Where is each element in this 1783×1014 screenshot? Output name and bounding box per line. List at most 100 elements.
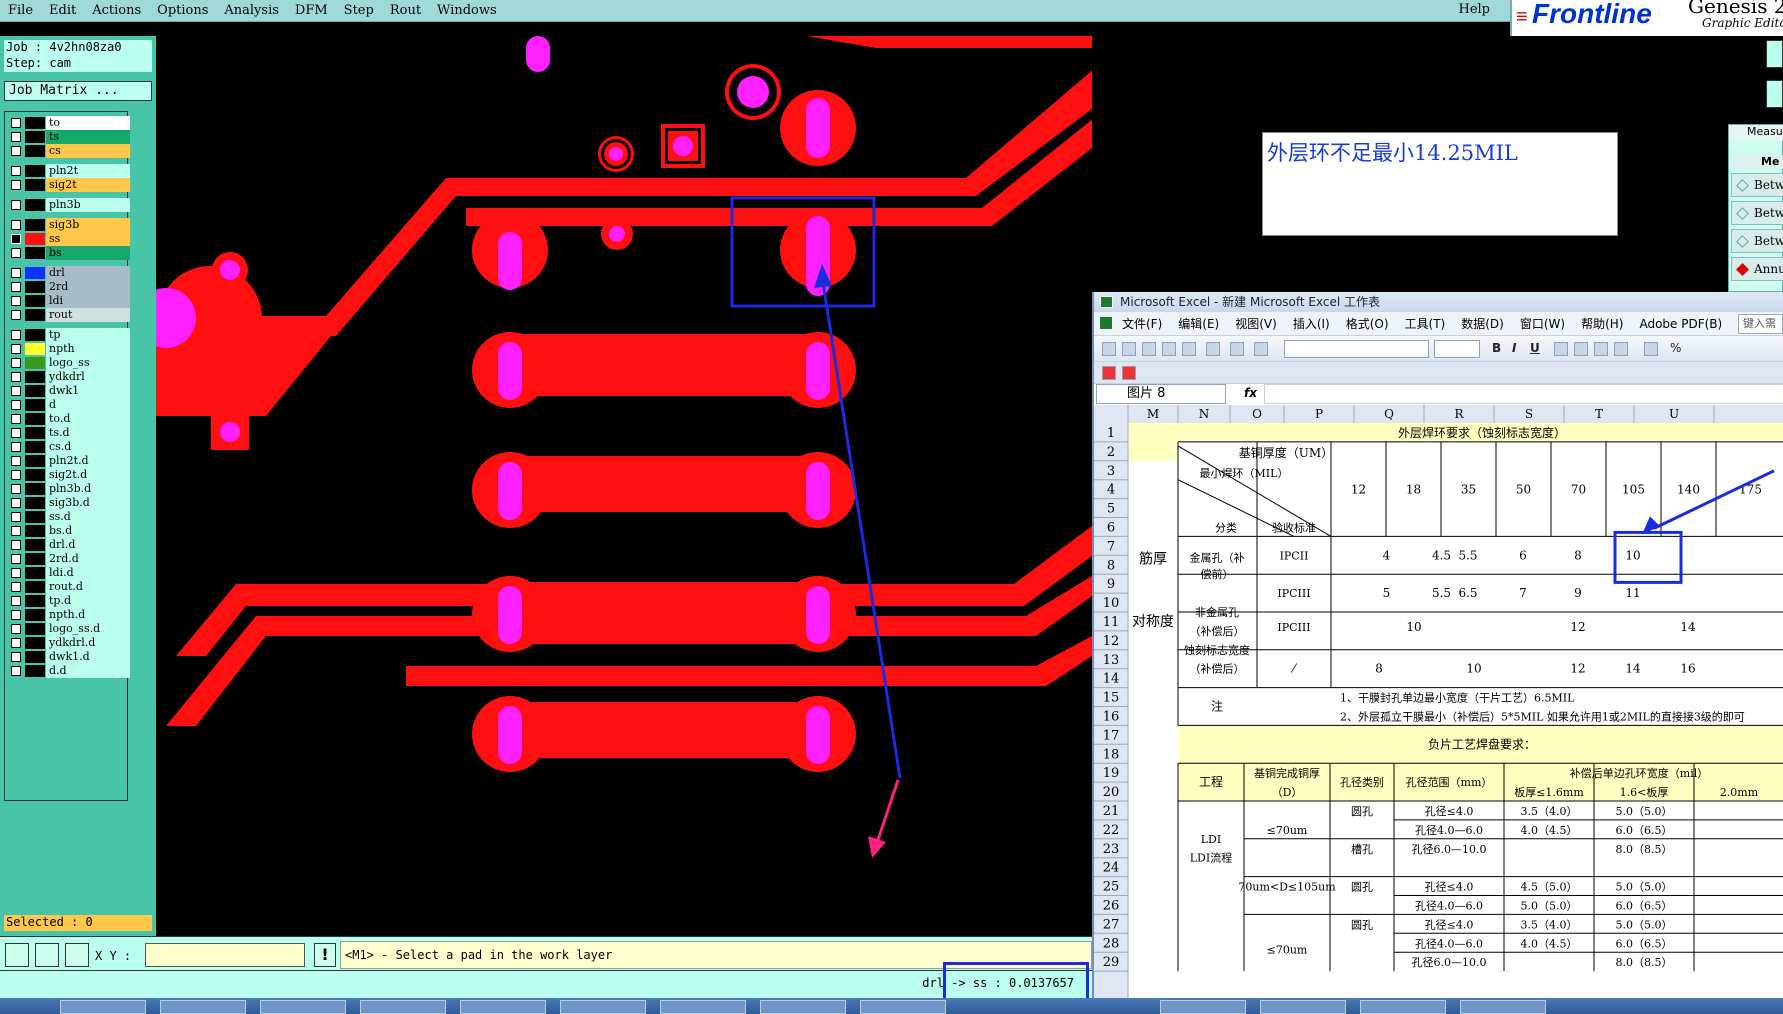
- layer-name[interactable]: pln3b.d: [46, 482, 130, 496]
- layer-checkbox[interactable]: [11, 624, 21, 634]
- taskbar-item[interactable]: [860, 1000, 946, 1014]
- excel-help-search[interactable]: 键入需: [1738, 314, 1783, 334]
- measure-annular-button[interactable]: Annu: [1731, 257, 1783, 281]
- excel-menu-file[interactable]: 文件(F): [1114, 315, 1170, 332]
- layer-name[interactable]: npth.d: [46, 608, 130, 622]
- layer-row-npth[interactable]: npth: [8, 342, 130, 356]
- layer-checkbox[interactable]: [11, 526, 21, 536]
- percent-icon[interactable]: %: [1670, 341, 1681, 355]
- layer-checkbox[interactable]: [11, 512, 21, 522]
- layer-row-sig2t[interactable]: sig2t: [8, 178, 130, 192]
- layer-row-dwk1[interactable]: dwk1: [8, 384, 130, 398]
- layer-row-dwk1.d[interactable]: dwk1.d: [8, 650, 130, 664]
- layer-checkbox[interactable]: [11, 132, 21, 142]
- layer-row-sig2t.d[interactable]: sig2t.d: [8, 468, 130, 482]
- layer-row-ldi[interactable]: ldi: [8, 294, 130, 308]
- spreadsheet-grid[interactable]: M N O P Q R S T U 1 2 3 4 5 6 7 8 9 10 11 12 13 14 15 16 17 18 19 20…: [1094, 405, 1783, 1004]
- layer-checkbox[interactable]: [11, 652, 21, 662]
- layer-row-d.d[interactable]: d.d: [8, 664, 130, 678]
- merge-center-icon[interactable]: [1614, 342, 1628, 356]
- layer-name[interactable]: ydkdrl.d: [46, 636, 130, 650]
- taskbar-item[interactable]: [160, 1000, 246, 1014]
- layer-row-pln2t[interactable]: pln2t: [8, 164, 130, 178]
- layer-name[interactable]: ydkdrl: [46, 370, 130, 384]
- name-box[interactable]: 图片 8: [1096, 384, 1226, 404]
- menu-windows[interactable]: Windows: [429, 3, 505, 18]
- layer-row-tp.d[interactable]: tp.d: [8, 594, 130, 608]
- layer-checkbox[interactable]: [11, 372, 21, 382]
- layer-checkbox[interactable]: [11, 610, 21, 620]
- layer-row-2rd.d[interactable]: 2rd.d: [8, 552, 130, 566]
- layer-checkbox[interactable]: [11, 268, 21, 278]
- layer-checkbox[interactable]: [11, 456, 21, 466]
- pcb-canvas[interactable]: [156, 36, 1092, 936]
- undo-icon[interactable]: [1230, 342, 1244, 356]
- layer-checkbox[interactable]: [11, 638, 21, 648]
- layer-checkbox[interactable]: [11, 296, 21, 306]
- layer-row-ydkdrl.d[interactable]: ydkdrl.d: [8, 636, 130, 650]
- font-name-combo[interactable]: [1284, 340, 1429, 358]
- layer-name[interactable]: tp.d: [46, 594, 130, 608]
- save-icon[interactable]: [1142, 342, 1156, 356]
- layer-row-2rd[interactable]: 2rd: [8, 280, 130, 294]
- layer-checkbox[interactable]: [11, 540, 21, 550]
- layer-name[interactable]: drl: [46, 266, 130, 280]
- layer-name[interactable]: cs.d: [46, 440, 130, 454]
- fx-icon[interactable]: fx: [1244, 386, 1257, 400]
- menu-actions[interactable]: Actions: [84, 3, 149, 18]
- layer-name[interactable]: 2rd: [46, 280, 130, 294]
- excel-menu-view[interactable]: 视图(V): [1227, 315, 1285, 332]
- align-right-icon[interactable]: [1594, 342, 1608, 356]
- taskbar-item[interactable]: [360, 1000, 446, 1014]
- measure-tool-icon[interactable]: [35, 943, 59, 967]
- layer-checkbox[interactable]: [11, 344, 21, 354]
- zoom-icon[interactable]: [1254, 342, 1268, 356]
- align-center-icon[interactable]: [1574, 342, 1588, 356]
- layer-name[interactable]: tp: [46, 328, 130, 342]
- select-tool-icon[interactable]: [5, 943, 29, 967]
- layer-checkbox[interactable]: [11, 282, 21, 292]
- taskbar-item[interactable]: [660, 1000, 746, 1014]
- layer-name[interactable]: sig2t: [46, 178, 130, 192]
- align-left-icon[interactable]: [1554, 342, 1568, 356]
- layer-name[interactable]: pln3b: [46, 198, 130, 212]
- layer-name[interactable]: ss: [46, 232, 130, 246]
- layer-name[interactable]: ldi.d: [46, 566, 130, 580]
- layer-row-pln3b.d[interactable]: pln3b.d: [8, 482, 130, 496]
- layer-row-cs.d[interactable]: cs.d: [8, 440, 130, 454]
- layer-checkbox[interactable]: [11, 200, 21, 210]
- layer-checkbox[interactable]: [11, 666, 21, 676]
- layer-name[interactable]: dwk1: [46, 384, 130, 398]
- layer-checkbox[interactable]: [11, 220, 21, 230]
- layer-name[interactable]: d: [46, 398, 130, 412]
- excel-menu-window[interactable]: 窗口(W): [1512, 315, 1573, 332]
- layer-row-bs.d[interactable]: bs.d: [8, 524, 130, 538]
- layer-name[interactable]: rout: [46, 308, 130, 322]
- layer-row-d[interactable]: d: [8, 398, 130, 412]
- menu-edit[interactable]: Edit: [41, 3, 84, 18]
- currency-icon[interactable]: [1644, 342, 1658, 356]
- measure-between-button[interactable]: Betw: [1731, 201, 1783, 225]
- open-icon[interactable]: [1122, 342, 1136, 356]
- layer-name[interactable]: sig3b: [46, 218, 130, 232]
- taskbar-item[interactable]: [560, 1000, 646, 1014]
- layer-name[interactable]: pln2t: [46, 164, 130, 178]
- layer-row-rout.d[interactable]: rout.d: [8, 580, 130, 594]
- layer-name[interactable]: cs: [46, 144, 130, 158]
- layer-name[interactable]: to.d: [46, 412, 130, 426]
- excel-menu-edit[interactable]: 编辑(E): [1170, 315, 1227, 332]
- layer-checkbox[interactable]: [11, 310, 21, 320]
- layer-checkbox[interactable]: [11, 248, 21, 258]
- taskbar-item[interactable]: [760, 1000, 846, 1014]
- excel-menu-data[interactable]: 数据(D): [1453, 315, 1512, 332]
- layer-checkbox[interactable]: [11, 414, 21, 424]
- layer-checkbox[interactable]: [11, 400, 21, 410]
- layer-checkbox[interactable]: [11, 582, 21, 592]
- print-preview-icon[interactable]: [1206, 342, 1220, 356]
- taskbar-item[interactable]: [1460, 1000, 1546, 1014]
- menu-dfm[interactable]: DFM: [287, 3, 336, 18]
- menu-rout[interactable]: Rout: [382, 3, 429, 18]
- layer-name[interactable]: drl.d: [46, 538, 130, 552]
- layer-name[interactable]: bs: [46, 246, 130, 260]
- menu-analysis[interactable]: Analysis: [216, 3, 287, 18]
